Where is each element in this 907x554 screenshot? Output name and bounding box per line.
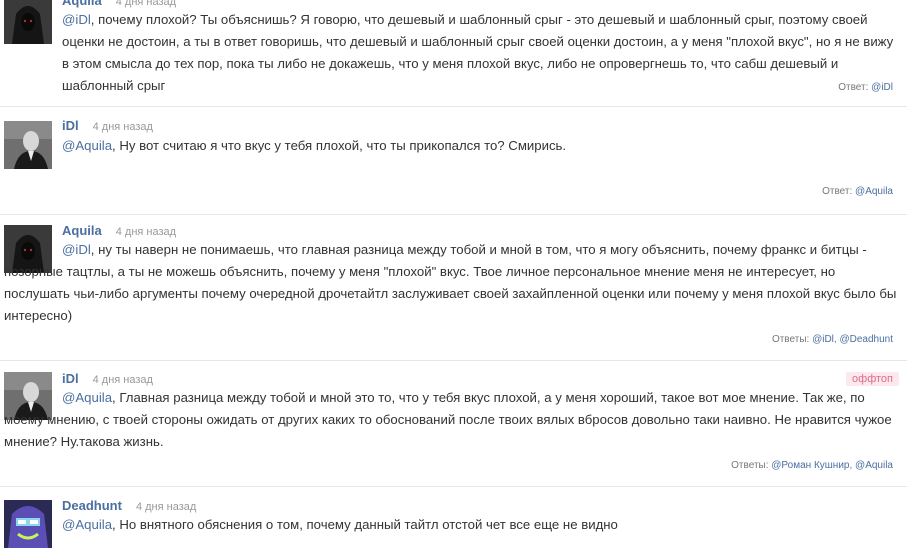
comment-text: @iDl, почему плохой? Ты объяснишь? Я гов… (62, 9, 899, 97)
comment-body: , ну ты наверн не понимаешь, что главная… (4, 242, 897, 323)
author-name[interactable]: Aquila (62, 223, 102, 238)
comment-text: @Aquila, Но внятного обяснения о том, по… (62, 514, 899, 536)
comment-date: 4 дня назад (92, 374, 153, 386)
comment-author[interactable]: Aquila 4 дня назад (62, 0, 176, 8)
reply-link[interactable]: @Роман Кушнир (771, 460, 849, 471)
author-name[interactable]: Aquila (62, 0, 102, 8)
comment-body: , Ну вот считаю я что вкус у тебя плохой… (112, 138, 567, 153)
anime-character-avatar-icon[interactable] (4, 500, 52, 548)
comment-date: 4 дня назад (135, 501, 197, 513)
reply-link[interactable]: @Aquila (855, 460, 893, 471)
replies-line: Ответ: @Aquila (822, 186, 893, 197)
replies-line: Ответы: @Роман Кушнир, @Aquila (731, 460, 893, 471)
mention-link[interactable]: @Aquila (62, 517, 112, 532)
author-name[interactable]: iDl (62, 118, 79, 133)
mention-link[interactable]: @Aquila (62, 138, 112, 153)
comment-date: 4 дня назад (92, 121, 153, 133)
replies-line: Ответ: @iDl (838, 82, 893, 93)
comment-body: , Главная разница между тобой и мной это… (4, 390, 892, 449)
hooded-figure-avatar-icon[interactable] (4, 0, 52, 44)
comment-date: 4 дня назад (115, 226, 177, 238)
comment-author[interactable]: Aquila 4 дня назад (62, 223, 176, 238)
divider (0, 214, 907, 215)
offtopic-badge: оффтоп (846, 372, 899, 386)
comment-body: , почему плохой? Ты объяснишь? Я говорю,… (62, 12, 894, 93)
replies-label: Ответы: (771, 334, 810, 345)
author-name[interactable]: iDl (62, 371, 79, 386)
comment-date: 4 дня назад (115, 0, 177, 8)
mention-link[interactable]: @Aquila (62, 390, 112, 405)
reply-link[interactable]: @iDl (812, 334, 834, 345)
replies-label: Ответ: (838, 82, 869, 93)
divider (0, 106, 907, 107)
mention-link[interactable]: @iDl (62, 242, 91, 257)
comment-author[interactable]: Deadhunt 4 дня назад (62, 498, 196, 513)
comment-text: @Aquila, Ну вот считаю я что вкус у тебя… (62, 135, 899, 157)
divider (0, 486, 907, 487)
mention-link[interactable]: @iDl (62, 12, 91, 27)
comment-body: , Но внятного обяснения о том, почему да… (112, 517, 618, 532)
author-name[interactable]: Deadhunt (62, 498, 122, 513)
reply-link[interactable]: @Aquila (855, 186, 893, 197)
replies-label: Ответы: (731, 460, 769, 471)
comment-author[interactable]: iDl 4 дня назад (62, 371, 153, 386)
replies-line: Ответы: @iDl, @Deadhunt (771, 334, 893, 345)
divider (0, 360, 907, 361)
comment-author[interactable]: iDl 4 дня назад (62, 118, 153, 133)
man-in-suit-avatar-icon[interactable] (4, 121, 52, 169)
comment-text: @iDl, ну ты наверн не понимаешь, что гла… (4, 239, 899, 327)
replies-label: Ответ: (822, 186, 853, 197)
reply-link[interactable]: @iDl (871, 82, 893, 93)
comment-text: @Aquila, Главная разница между тобой и м… (4, 387, 899, 453)
reply-link[interactable]: @Deadhunt (839, 334, 893, 345)
